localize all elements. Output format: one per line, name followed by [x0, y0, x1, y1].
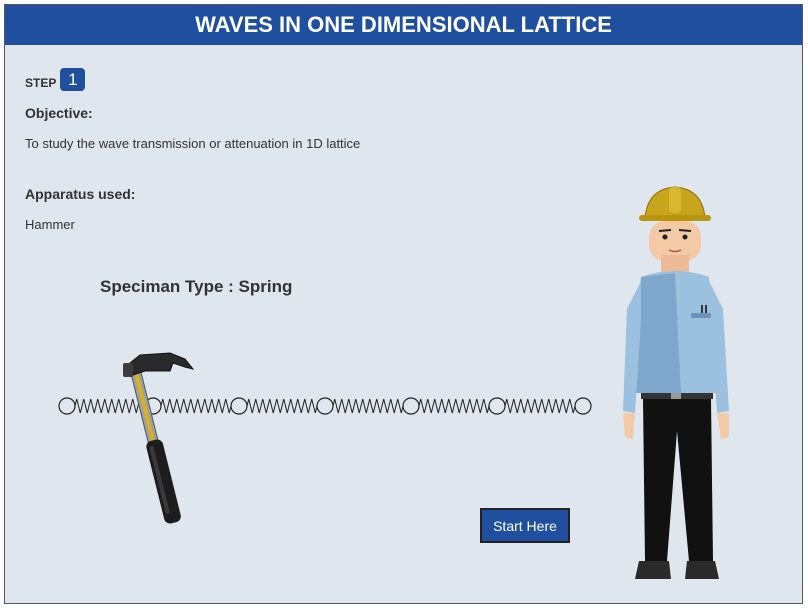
- lattice-spring: [504, 398, 576, 414]
- objective-heading: Objective:: [25, 105, 93, 121]
- lattice-mass: [574, 397, 592, 415]
- apparatus-text: Hammer: [25, 217, 75, 232]
- apparatus-heading: Apparatus used:: [25, 186, 136, 202]
- lattice-mass: [316, 397, 334, 415]
- objective-text: To study the wave transmission or attenu…: [25, 136, 361, 151]
- step-indicator: STEP 1: [25, 68, 86, 91]
- step-number-badge: 1: [60, 68, 86, 91]
- lattice-mass: [58, 397, 76, 415]
- page-title: WAVES IN ONE DIMENSIONAL LATTICE: [5, 5, 802, 45]
- step-label: STEP: [25, 75, 57, 90]
- experiment-panel: WAVES IN ONE DIMENSIONAL LATTICE STEP 1 …: [4, 4, 803, 604]
- lattice-spring: [332, 398, 404, 414]
- worker-figure: [623, 186, 729, 579]
- hammer-icon[interactable]: [115, 345, 205, 525]
- lattice-mass: [402, 397, 420, 415]
- lattice-mass: [230, 397, 248, 415]
- specimen-type-label: Speciman Type : Spring: [100, 277, 293, 296]
- lattice-mass: [488, 397, 506, 415]
- lattice-spring: [246, 398, 318, 414]
- lattice-spring: [418, 398, 490, 414]
- start-button[interactable]: Start Here: [480, 508, 570, 543]
